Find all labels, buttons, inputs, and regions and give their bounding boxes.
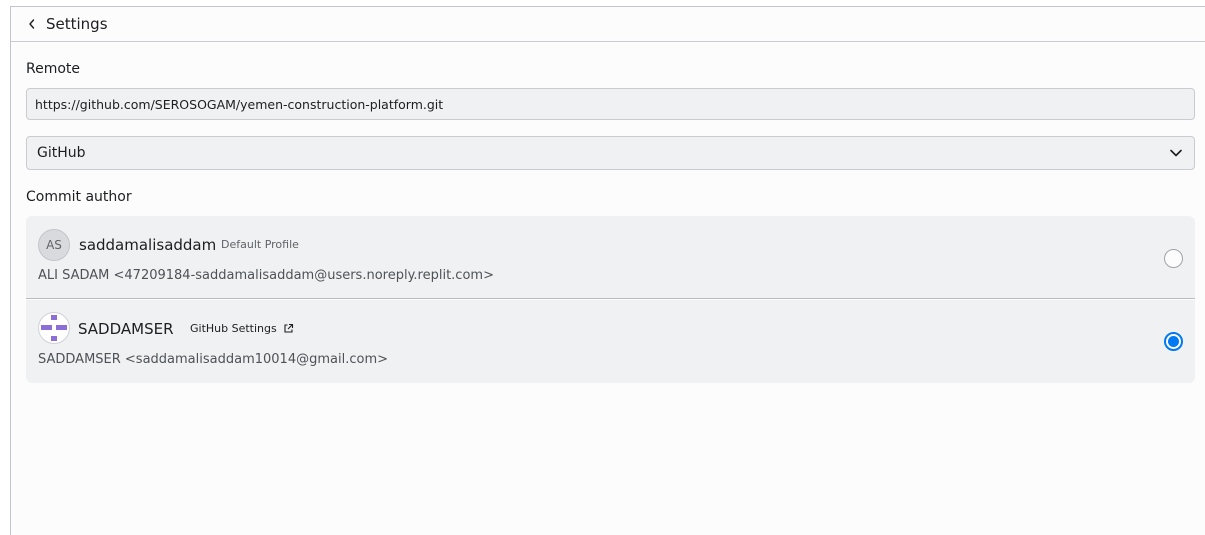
author-radio-unselected[interactable] bbox=[1164, 249, 1183, 268]
identicon-icon bbox=[41, 315, 67, 341]
default-profile-badge: Default Profile bbox=[221, 238, 299, 251]
provider-select[interactable]: GitHub bbox=[26, 136, 1195, 170]
settings-panel: Settings Remote GitHub Commit author AS … bbox=[10, 6, 1205, 535]
avatar-initials: AS bbox=[46, 238, 62, 252]
settings-header: Settings bbox=[11, 7, 1205, 42]
chevron-down-icon bbox=[1168, 145, 1184, 161]
avatar: AS bbox=[38, 229, 70, 261]
commit-author-label: Commit author bbox=[26, 189, 132, 205]
author-option-saddamser[interactable]: SADDAMSER GitHub Settings SADDAMSER <sad… bbox=[26, 300, 1195, 383]
author-email: SADDAMSER <saddamalisaddam10014@gmail.co… bbox=[38, 352, 388, 367]
github-settings-link[interactable]: GitHub Settings bbox=[190, 322, 294, 335]
remote-url-input[interactable] bbox=[26, 88, 1195, 120]
remote-label: Remote bbox=[26, 61, 81, 77]
author-username: SADDAMSER bbox=[78, 320, 174, 338]
radio-dot bbox=[1168, 336, 1179, 347]
author-radio-selected[interactable] bbox=[1164, 332, 1183, 351]
page-title: Settings bbox=[46, 15, 108, 33]
author-option-saddamalisaddam[interactable]: AS saddamalisaddam Default Profile ALI S… bbox=[26, 216, 1195, 299]
author-username: saddamalisaddam bbox=[79, 236, 217, 254]
chevron-left-icon bbox=[29, 19, 35, 29]
external-link-icon bbox=[284, 323, 293, 333]
author-email: ALI SADAM <47209184-saddamalisaddam@user… bbox=[38, 268, 494, 283]
provider-select-value: GitHub bbox=[37, 145, 86, 161]
avatar bbox=[38, 312, 70, 344]
back-button[interactable] bbox=[24, 15, 40, 33]
github-settings-label: GitHub Settings bbox=[190, 322, 277, 335]
